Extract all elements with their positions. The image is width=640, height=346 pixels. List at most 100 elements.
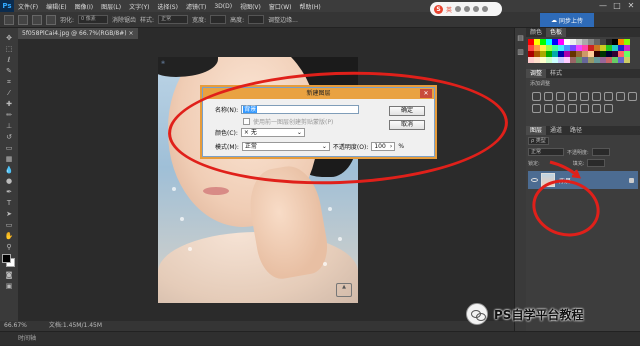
selective-color-icon[interactable] [604,104,613,113]
menu-window[interactable]: 窗口(W) [265,2,296,11]
tab-paths[interactable]: 路径 [566,126,586,135]
menu-file[interactable]: 文件(F) [14,2,42,11]
pen-tool-icon[interactable]: ✒ [4,188,14,196]
properties-panel-icon[interactable]: ▥ [516,48,526,56]
menu-view[interactable]: 视图(V) [236,2,265,11]
menu-type[interactable]: 文字(Y) [125,2,153,11]
menu-3d[interactable]: 3D(D) [210,3,236,10]
feather-input[interactable]: 0 像素 [78,15,109,24]
path-select-icon[interactable]: ➤ [4,210,14,218]
add-selection-icon[interactable] [32,14,42,25]
invert-icon[interactable] [556,104,565,113]
menu-select[interactable]: 选择(S) [153,2,182,11]
sync-upload-button[interactable]: ☁ 同步上传 [540,13,594,27]
image-brand-logo: ❀ [161,60,166,66]
curves-icon[interactable] [556,92,565,101]
shape-tool-icon[interactable]: ▭ [4,221,14,229]
channel-mixer-icon[interactable] [532,104,541,113]
color-swatches-icon[interactable] [2,254,16,268]
photo-filter-icon[interactable] [628,92,637,101]
type-tool-icon[interactable]: T [4,199,14,207]
fill-input[interactable] [587,159,606,167]
menu-help[interactable]: 帮助(H) [296,2,325,11]
refine-edge-button[interactable]: 调整边缘... [268,15,298,24]
hand-tool-icon[interactable]: ✋ [4,232,14,240]
eye-icon[interactable] [531,178,538,182]
color-balance-icon[interactable] [604,92,613,101]
photoshop-logo: Ps [0,0,14,12]
style-select[interactable]: 正常 [158,15,189,24]
tab-adjustments[interactable]: 调整 [526,69,547,78]
healing-brush-icon[interactable]: ✚ [4,100,14,108]
ime-toolbar: S 英 [430,2,502,16]
eyedropper-icon[interactable]: ⁄ [4,89,14,97]
quick-mask-icon[interactable]: ◙ [4,271,14,279]
gradient-tool-icon[interactable]: ▦ [4,155,14,163]
menu-filter[interactable]: 滤镜(T) [182,2,210,11]
tab-color[interactable]: 颜色 [526,28,546,37]
adjust-hint: 添加调整 [530,81,551,87]
marquee-tool-icon[interactable]: ⬚ [4,45,14,53]
foreground-color[interactable] [2,254,11,263]
document-tab[interactable]: 5f058PlCai4.jpg @ 66.7%(RGB/8#) × [18,28,138,39]
menu-layer[interactable]: 图层(L) [97,2,125,11]
layer-opacity-label: 不透明度: [567,149,589,156]
zoom-level[interactable]: 66.67% [4,321,27,331]
close-window-button[interactable]: ✕ [624,0,638,12]
ime-language-toggle[interactable]: 英 [446,5,452,14]
clone-stamp-icon[interactable]: ⊥ [4,122,14,130]
dodge-tool-icon[interactable]: ● [4,177,14,185]
brightness-icon[interactable] [532,92,541,101]
menu-edit[interactable]: 编辑(E) [42,2,70,11]
width-input[interactable] [210,15,227,24]
water-drop [180,217,184,221]
antialias-checkbox[interactable]: 消除锯齿 [112,15,136,24]
brush-tool-icon[interactable]: ✏ [4,111,14,119]
maximize-button[interactable]: □ [610,0,624,12]
history-brush-icon[interactable]: ↺ [4,133,14,141]
red-annotation-arrow [549,160,582,179]
hue-saturation-icon[interactable] [592,92,601,101]
posterize-icon[interactable] [568,104,577,113]
quick-select-icon[interactable]: ✎ [4,67,14,75]
blur-tool-icon[interactable]: 💧 [4,166,14,174]
shirt-icon[interactable] [473,6,480,12]
cloud-icon: ☁ [550,16,557,24]
exposure-icon[interactable] [568,92,577,101]
history-panel-icon[interactable]: ▤ [516,34,526,42]
moon-icon[interactable] [455,6,462,12]
subtract-selection-icon[interactable] [46,14,56,25]
swatch-color[interactable] [624,57,630,63]
eraser-tool-icon[interactable]: ▭ [4,144,14,152]
tab-layers[interactable]: 图层 [526,126,547,135]
lasso-tool-icon[interactable]: ℓ [4,56,14,64]
new-selection-icon[interactable] [18,14,28,25]
screen-mode-icon[interactable]: ▣ [4,282,14,290]
tools-panel: ✥ ⬚ ℓ ✎ ⌗ ⁄ ✚ ✏ ⊥ ↺ ▭ ▦ 💧 ● ✒ T ➤ ▭ ✋ ⚲ … [0,28,18,331]
minimize-button[interactable]: — [596,0,610,12]
layer-kind-filter[interactable]: ρ 类型 [528,137,549,145]
menu-image[interactable]: 图像(I) [71,2,97,11]
color-lookup-icon[interactable] [544,104,553,113]
zoom-tool-icon[interactable]: ⚲ [4,243,14,251]
height-input[interactable] [248,15,265,24]
grid-icon[interactable] [482,6,489,12]
black-white-icon[interactable] [616,92,625,101]
tab-channels[interactable]: 通道 [546,126,566,135]
blend-mode-select[interactable]: 正常 [528,148,564,156]
gradient-map-icon[interactable] [592,104,601,113]
move-tool-icon[interactable]: ✥ [4,34,14,42]
sogou-s-icon[interactable]: S [434,4,443,14]
vibrance-icon[interactable] [580,92,589,101]
timeline-bar: 时间轴 [0,331,640,345]
layer-opacity-input[interactable] [591,148,610,156]
timeline-label[interactable]: 时间轴 [18,335,36,342]
marquee-tool-icon[interactable] [4,14,14,25]
tab-swatches[interactable]: 色板 [546,28,567,37]
tab-styles[interactable]: 样式 [546,69,566,78]
levels-icon[interactable] [544,92,553,101]
dot-icon[interactable] [464,6,471,12]
style-label: 样式: [140,17,155,24]
threshold-icon[interactable] [580,104,589,113]
crop-tool-icon[interactable]: ⌗ [4,78,14,86]
